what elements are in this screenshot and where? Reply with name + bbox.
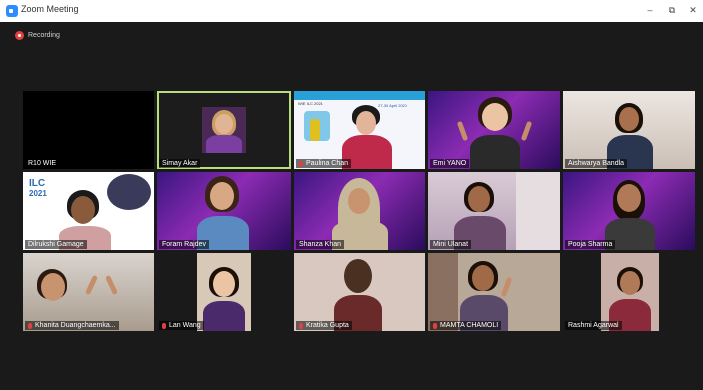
video-feed: ILC 2021: [23, 172, 154, 250]
video-feed: [563, 91, 695, 169]
participant-name-label: Lan Wang: [169, 322, 201, 329]
video-tile[interactable]: Pooja Sharma: [563, 172, 695, 250]
video-stage: Recording R10 WIE Simay Akar WIE ILC 202…: [0, 22, 703, 390]
participant-name: Kratika Gupta: [296, 321, 352, 330]
mic-muted-icon: [162, 322, 166, 329]
zoom-app-icon: [6, 5, 18, 17]
participant-name-label: Foram Rajdev: [162, 241, 206, 248]
recording-indicator[interactable]: Recording: [15, 29, 60, 41]
restore-button[interactable]: ⧉: [661, 2, 683, 19]
close-button[interactable]: ✕: [682, 2, 703, 19]
participant-name-label: R10 WIE: [28, 160, 57, 167]
participant-name: Foram Rajdev: [159, 240, 209, 249]
video-tile[interactable]: Mini Ulanat: [428, 172, 560, 250]
minimize-button[interactable]: –: [639, 2, 661, 19]
video-tile[interactable]: MAMTA CHAMOLI: [428, 253, 560, 331]
participant-name-label: MAMTA CHAMOLI: [440, 322, 499, 329]
video-feed: [157, 172, 291, 250]
participant-name: Paulina Chan: [296, 159, 352, 168]
participant-name-label: Khanita Duangchaemka...: [35, 322, 116, 329]
participant-name-label: Kratika Gupta: [306, 322, 349, 329]
video-tile[interactable]: Emi YANO: [428, 91, 560, 169]
participant-name: Mini Ulanat: [430, 240, 472, 249]
record-icon: [15, 30, 24, 40]
video-tile[interactable]: Aishwarya Bandla: [563, 91, 695, 169]
video-feed: [197, 253, 251, 331]
mic-muted-icon: [299, 322, 303, 329]
participant-name-label: Pooja Sharma: [568, 241, 613, 248]
video-tile[interactable]: Shanza Khan: [294, 172, 425, 250]
slide-dates: 27-30 April 2021: [378, 103, 408, 108]
video-feed: [601, 253, 659, 331]
window-title: Zoom Meeting: [21, 4, 79, 14]
video-tile[interactable]: Khanita Duangchaemka...: [23, 253, 154, 331]
slide-header: WIE ILC 2021: [298, 101, 323, 106]
participant-name-label: Shanza Khan: [299, 241, 342, 248]
participant-name: Lan Wang: [159, 321, 204, 330]
video-tile[interactable]: Lan Wang: [157, 253, 291, 331]
participant-name: Aishwarya Bandla: [565, 159, 628, 168]
ilc-logo: ILC: [29, 178, 46, 189]
video-tile[interactable]: Rashmi Agarwal: [563, 253, 695, 331]
participant-name: Pooja Sharma: [565, 240, 616, 249]
participant-name: MAMTA CHAMOLI: [430, 321, 502, 330]
participant-name: Dilrukshi Gamage: [25, 240, 87, 249]
video-tile[interactable]: R10 WIE: [23, 91, 154, 169]
video-feed: [23, 253, 154, 331]
participant-name-label: Dilrukshi Gamage: [28, 241, 84, 248]
participant-name-label: Emi YANO: [433, 160, 467, 167]
video-feed-off: [23, 91, 154, 169]
participant-name: Shanza Khan: [296, 240, 345, 249]
recording-label: Recording: [28, 31, 60, 39]
video-tile-active-speaker[interactable]: Simay Akar: [157, 91, 291, 169]
video-feed: [428, 253, 560, 331]
video-feed: [428, 172, 560, 250]
video-feed: [294, 253, 425, 331]
title-bar: Zoom Meeting – ⧉ ✕: [0, 0, 703, 23]
video-feed: [428, 91, 560, 169]
participant-name-label: Rashmi Agarwal: [568, 322, 619, 329]
video-tile[interactable]: Foram Rajdev: [157, 172, 291, 250]
participant-name: Rashmi Agarwal: [565, 321, 622, 330]
participant-name: R10 WIE: [25, 159, 60, 168]
video-feed: [563, 172, 695, 250]
participant-name: Emi YANO: [430, 159, 470, 168]
participant-name: Simay Akar: [159, 159, 201, 168]
video-tile[interactable]: ILC 2021 Dilrukshi Gamage: [23, 172, 154, 250]
video-feed: [294, 172, 425, 250]
participant-name-label: Paulina Chan: [306, 160, 349, 167]
ilc-year: 2021: [29, 189, 47, 198]
mic-muted-icon: [28, 322, 32, 329]
video-feed: [202, 107, 246, 153]
video-tile[interactable]: WIE ILC 2021 27-30 April 2021 Paulina Ch…: [294, 91, 425, 169]
mic-muted-icon: [433, 322, 437, 329]
video-tile[interactable]: Kratika Gupta: [294, 253, 425, 331]
mic-muted-icon: [299, 160, 303, 167]
participant-name-label: Mini Ulanat: [433, 241, 469, 248]
participant-name-label: Aishwarya Bandla: [568, 160, 625, 167]
video-feed: WIE ILC 2021 27-30 April 2021: [294, 91, 425, 169]
participant-name: Khanita Duangchaemka...: [25, 321, 119, 330]
participant-name-label: Simay Akar: [162, 160, 198, 167]
